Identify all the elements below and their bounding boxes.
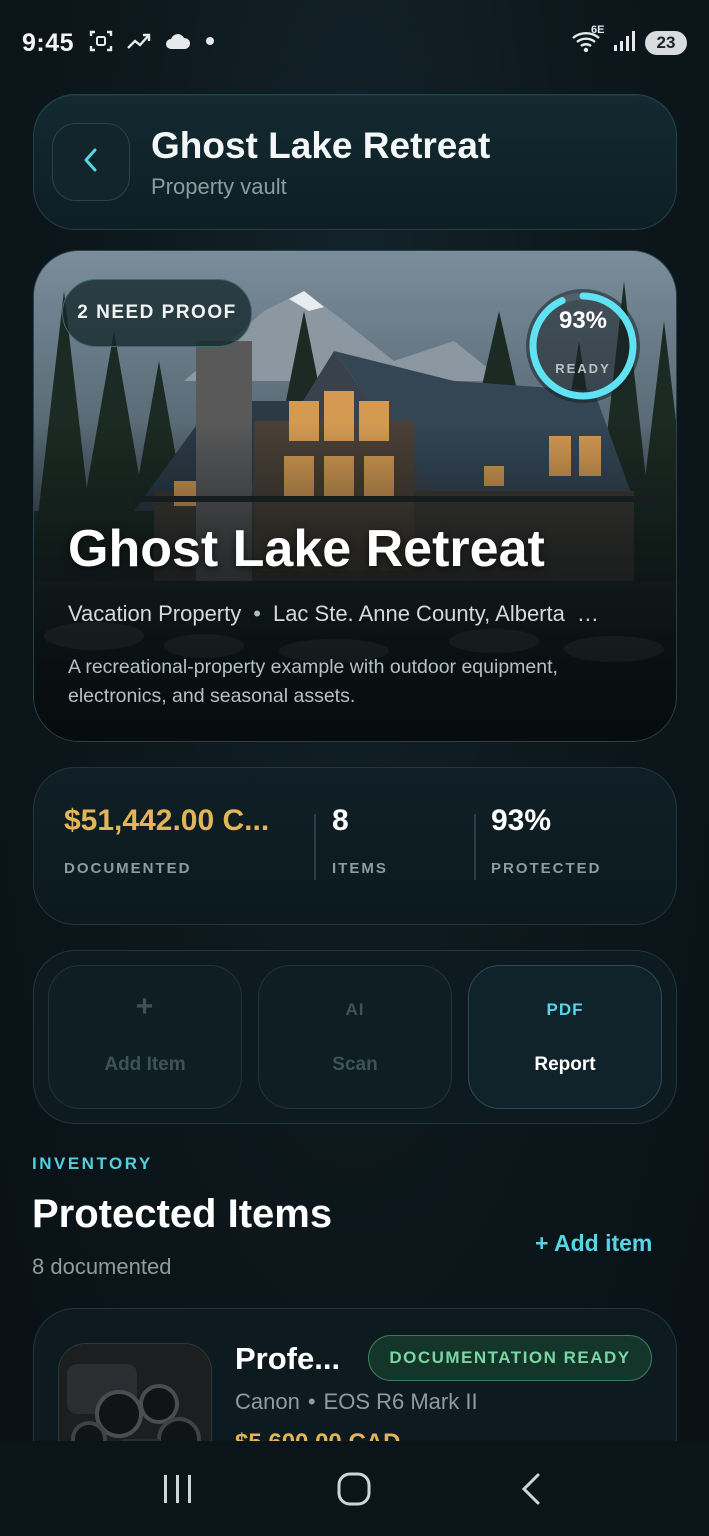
cloud-icon (164, 31, 192, 56)
property-meta: Vacation Property • Lac Ste. Anne County… (68, 601, 648, 627)
report-label: Report (534, 1054, 596, 1075)
inventory-count: 8 documented (32, 1254, 172, 1279)
dot-icon (204, 34, 216, 52)
chevron-left-icon (81, 145, 101, 180)
ready-label: READY (555, 361, 611, 376)
add-item-link[interactable]: + Add item (535, 1230, 652, 1257)
stat-documented: $51,442.00 C... DOCUMENTED (64, 804, 269, 877)
item-brand: Canon (235, 1389, 300, 1414)
ai-kicker: AI (345, 1000, 365, 1019)
protected-value: 93% (491, 804, 552, 837)
stats-card: $51,442.00 C... DOCUMENTED 8 ITEMS 93% P… (33, 767, 677, 925)
add-item-action-button[interactable]: + Add Item (48, 965, 242, 1109)
scan-label: Scan (332, 1054, 378, 1075)
home-icon (337, 1472, 371, 1505)
status-time: 9:45 (22, 28, 75, 57)
back-button[interactable] (52, 123, 130, 201)
property-title: Ghost Lake Retreat (68, 520, 545, 578)
property-vault-screen: 9:45 6E 23 Ghost Lake Retreat Property v… (0, 0, 709, 1536)
item-model: EOS R6 Mark II (323, 1389, 478, 1414)
need-proof-badge[interactable]: 2 NEED PROOF (62, 279, 252, 347)
property-location: Lac Ste. Anne County, Alberta (272, 601, 565, 626)
inventory-kicker: INVENTORY (32, 1154, 153, 1173)
property-hero-card[interactable]: 2 NEED PROOF 93% READY Ghost Lake Retrea… (33, 250, 677, 742)
stat-protected: 93% PROTECTED (491, 804, 602, 877)
items-value: 8 (332, 804, 349, 837)
back-nav-button[interactable] (501, 1459, 561, 1519)
back-arrow-icon (521, 1473, 540, 1504)
ai-scan-button[interactable]: AI Scan (258, 965, 452, 1109)
status-bar: 9:45 6E 23 (0, 0, 709, 86)
page-subtitle: Property vault (151, 174, 287, 199)
documented-value: $51,442.00 C... (64, 804, 270, 837)
wifi-icon: 6E (571, 24, 605, 59)
header-card: Ghost Lake Retreat Property vault (33, 94, 677, 230)
battery-indicator: 23 (645, 31, 687, 55)
item-meta: Canon • EOS R6 Mark II (235, 1389, 478, 1415)
trending-icon (126, 31, 152, 56)
recent-apps-icon (164, 1474, 192, 1503)
property-type: Vacation Property (68, 601, 242, 626)
status-badge: DOCUMENTATION READY (368, 1335, 652, 1381)
item-name: Profe... (235, 1341, 341, 1376)
inventory-title: Protected Items (32, 1192, 333, 1236)
signal-icon (613, 30, 637, 57)
meta-ellipsis: … (576, 601, 599, 626)
system-nav-bar (0, 1441, 709, 1536)
plus-icon: + (135, 990, 155, 1023)
property-description: A recreational-property example with out… (68, 656, 558, 707)
screenshot-icon (88, 28, 114, 59)
page-title: Ghost Lake Retreat (151, 125, 491, 166)
add-item-action-label: Add Item (104, 1054, 186, 1075)
pdf-kicker: PDF (546, 1000, 584, 1019)
network-type-label: 6E (591, 23, 605, 36)
ready-progress-ring (526, 289, 640, 403)
documented-label: DOCUMENTED (64, 860, 192, 877)
pdf-report-button[interactable]: PDF Report (468, 965, 662, 1109)
actions-card: + Add Item AI Scan PDF Report (33, 950, 677, 1124)
home-button[interactable] (324, 1459, 384, 1519)
stat-items: 8 ITEMS (332, 804, 388, 877)
item-meta-separator: • (307, 1389, 316, 1414)
protected-label: PROTECTED (491, 860, 602, 877)
items-label: ITEMS (332, 860, 388, 877)
stat-divider (314, 814, 316, 880)
stat-divider (474, 814, 476, 880)
meta-separator: • (253, 601, 261, 626)
ready-percent: 93% (558, 307, 608, 334)
recent-apps-button[interactable] (148, 1459, 208, 1519)
